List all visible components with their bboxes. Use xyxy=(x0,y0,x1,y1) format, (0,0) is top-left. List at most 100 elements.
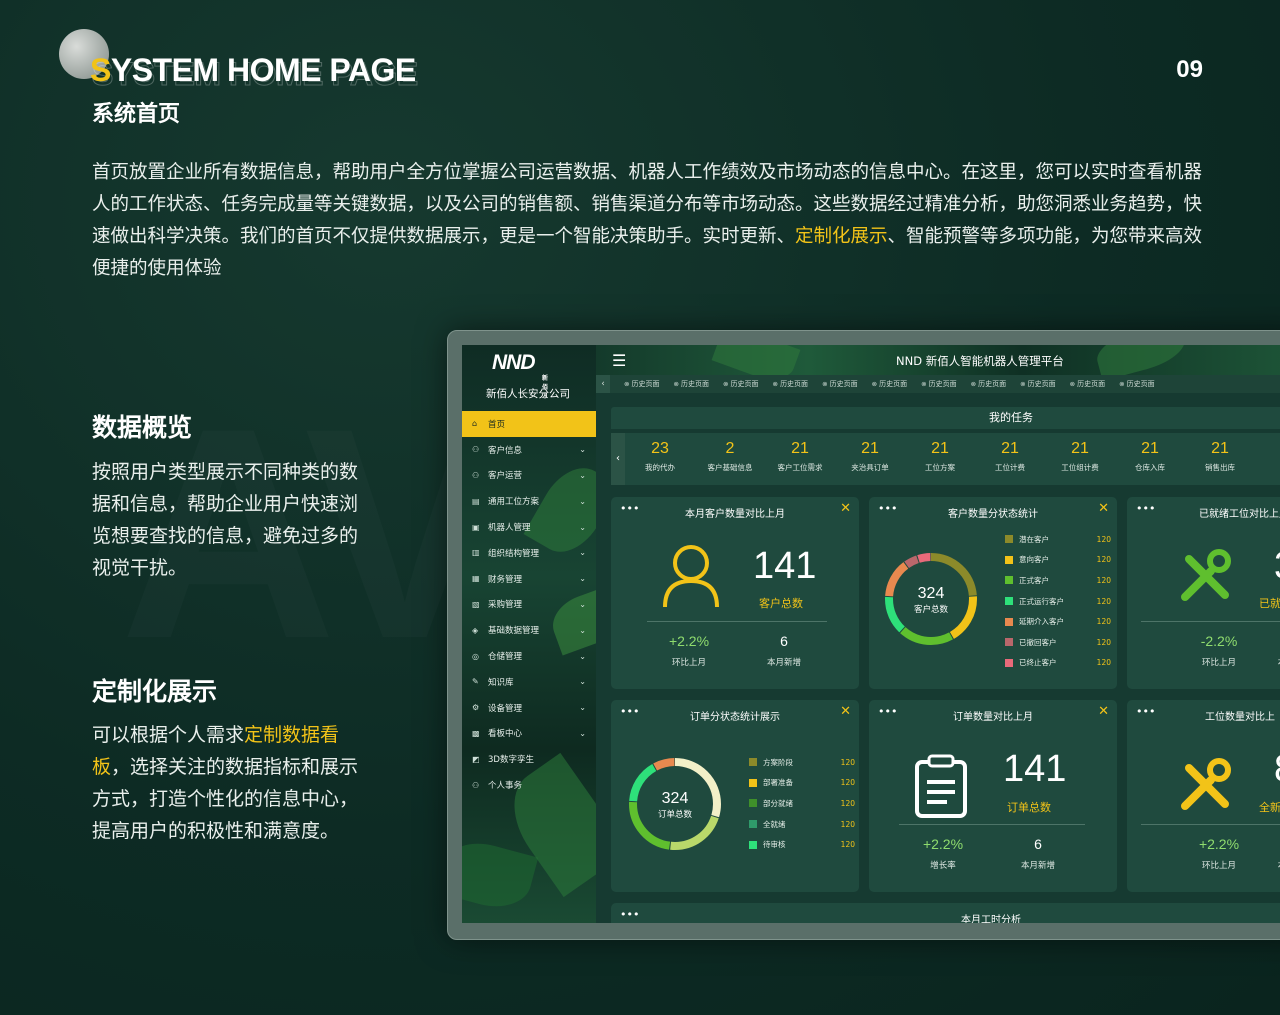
sidebar-menu: ⌂ 首页 ⚇ 客户信息 ⌄ ⚇ 客户运营 ⌄ ▤ 通用工位方案 ⌄ ▣ 机器人管理 ⌄ ▥ 组织结构管理 ⌄ ▦ 财… xyxy=(462,411,596,798)
task-item[interactable]: 21 工位方案 xyxy=(905,440,975,485)
tasks-title: 我的任务 xyxy=(611,407,1280,429)
task-item[interactable]: 21 销售出库 xyxy=(1185,440,1255,485)
sidebar-item[interactable]: ⚇ 客户信息 ⌄ xyxy=(462,437,596,463)
history-tab[interactable]: 历史页面 xyxy=(971,379,1006,389)
section-text-overview: 按照用户类型展示不同种类的数据和信息，帮助企业用户快速浏览想要查找的信息，避免过… xyxy=(92,461,359,579)
close-icon[interactable]: ✕ xyxy=(840,501,851,516)
stat-value: 6 xyxy=(1034,836,1042,852)
card-ready-station: ••• 已就绪工位对比上月 3 已就 -2.2% 环比上月 本 xyxy=(1127,497,1280,689)
history-tab[interactable]: 历史页面 xyxy=(822,379,858,389)
tasks-left-arrow-icon[interactable]: ‹ xyxy=(611,433,625,485)
task-item[interactable]: 21 仓库入库 xyxy=(1115,440,1185,485)
history-tab[interactable]: 历史页面 xyxy=(773,379,808,389)
chevron-down-icon: ⌄ xyxy=(579,548,586,558)
legend-item: 正式客户 120 xyxy=(1005,570,1111,591)
card-order-compare: ••• 订单数量对比上月 ✕ 141 订单总数 +2.2% 增长率 6 本月新增 xyxy=(869,700,1117,892)
card-big-value: 141 xyxy=(1003,748,1067,790)
legend-item: 已终止客户 120 xyxy=(1005,653,1111,674)
card-menu-icon[interactable]: ••• xyxy=(1136,502,1155,515)
history-tab[interactable]: 历史页面 xyxy=(624,379,660,389)
card-big-value: 3 xyxy=(1274,545,1280,588)
sidebar-item[interactable]: ▥ 组织结构管理 ⌄ xyxy=(462,540,596,566)
sidebar-item[interactable]: ▤ 通用工位方案 ⌄ xyxy=(462,488,596,514)
history-tab[interactable]: 历史页面 xyxy=(723,379,759,389)
history-tab[interactable]: 历史页面 xyxy=(1020,379,1056,389)
history-tab[interactable]: 历史页面 xyxy=(921,379,957,389)
task-item[interactable]: 21 工位组计费 xyxy=(1045,440,1115,485)
dashboard-mockup: NND 新佰人 新佰人长安分公司 ⌂ 首页 ⚇ 客户信息 ⌄ ⚇ 客户运营 ⌄ ▤ 通用工位方案 ⌄ ▣… xyxy=(447,330,1280,940)
task-label: 我的代办 xyxy=(645,463,675,472)
card-big-label: 客户总数 xyxy=(759,597,803,610)
task-count: 21 xyxy=(1141,440,1159,457)
card-station-compare: ••• 工位数量对比上 8 全新 +2.2% 环比上月 本 xyxy=(1127,700,1280,892)
sidebar-item-label: 设备管理 xyxy=(488,703,523,714)
tabs-left-arrow-icon[interactable]: ‹ xyxy=(596,375,610,393)
card-big-label: 全新 xyxy=(1259,801,1280,814)
card-big-label: 已就 xyxy=(1259,597,1280,610)
task-count: 21 xyxy=(1071,440,1089,457)
sidebar-item[interactable]: ◈ 基础数据管理 ⌄ xyxy=(462,617,596,643)
chevron-down-icon: ⌄ xyxy=(579,677,586,687)
menu-item-icon: ▩ xyxy=(472,728,480,738)
clipboard-icon xyxy=(915,754,967,818)
menu-item-icon: ▦ xyxy=(472,574,480,584)
tasks-row: ‹ 23 我的代办 2 客户基础信息 21 客户工位需求 21 夹治具订单 21 工位方案 21 工位… xyxy=(611,433,1280,485)
task-item[interactable]: 23 我的代办 xyxy=(625,440,695,485)
sidebar-item[interactable]: ⌂ 首页 xyxy=(462,411,596,437)
task-count: 23 xyxy=(651,440,669,457)
main-content: 我的任务 ‹ 23 我的代办 2 客户基础信息 21 客户工位需求 21 夹治具订单 21 工位方… xyxy=(596,393,1280,923)
close-icon[interactable]: ✕ xyxy=(1098,704,1109,719)
legend-item: 全就绪 120 xyxy=(749,814,855,835)
history-tab[interactable]: 历史页面 xyxy=(1119,379,1155,389)
menu-item-icon: ▣ xyxy=(472,522,480,532)
sidebar-item-label: 首页 xyxy=(488,419,506,430)
sidebar-item[interactable]: ▧ 采购管理 ⌄ xyxy=(462,592,596,618)
card-title: 本月客户数量对比上月 xyxy=(685,509,785,520)
sidebar-item[interactable]: ▩ 看板中心 ⌄ xyxy=(462,721,596,747)
task-item[interactable]: 21 夹治具订单 xyxy=(835,440,905,485)
menu-item-icon: ◩ xyxy=(472,754,480,764)
donut-center: 324 订单总数 xyxy=(657,790,692,820)
menu-item-icon: ⚇ xyxy=(472,780,480,790)
close-icon[interactable]: ✕ xyxy=(1098,501,1109,516)
sidebar-item[interactable]: ⚇ 个人事务 xyxy=(462,772,596,798)
sidebar-item[interactable]: ⚇ 客户运营 ⌄ xyxy=(462,463,596,489)
close-icon[interactable]: ✕ xyxy=(840,704,851,719)
intro-paragraph: 首页放置企业所有数据信息，帮助用户全方位掌握公司运营数据、机器人工作绩效及市场动… xyxy=(92,162,1203,279)
task-item[interactable]: 21 客户工位需求 xyxy=(765,440,835,485)
company-name: 新佰人长安分公司 xyxy=(486,388,570,400)
chevron-down-icon: ⌄ xyxy=(579,625,586,635)
sidebar-item-label: 看板中心 xyxy=(488,729,523,740)
legend-item: 部分就绪 120 xyxy=(749,793,855,814)
sidebar-item[interactable]: ▦ 财务管理 ⌄ xyxy=(462,566,596,592)
task-count: 2 xyxy=(725,440,735,457)
task-item[interactable]: 21 工位计费 xyxy=(975,440,1045,485)
legend-item: 意向客户 120 xyxy=(1005,550,1111,571)
sidebar-item[interactable]: ◩ 3D数字孪生 xyxy=(462,746,596,772)
card-title: 订单分状态统计展示 xyxy=(690,712,780,723)
history-tab[interactable]: 历史页面 xyxy=(872,379,907,389)
sidebar-item[interactable]: ⚙ 设备管理 ⌄ xyxy=(462,695,596,721)
chevron-down-icon: ⌄ xyxy=(579,445,586,455)
card-title: 工位数量对比上 xyxy=(1205,712,1275,723)
menu-item-icon: ⚇ xyxy=(472,445,480,455)
dashboard-screen: NND 新佰人 新佰人长安分公司 ⌂ 首页 ⚇ 客户信息 ⌄ ⚇ 客户运营 ⌄ ▤ 通用工位方案 ⌄ ▣… xyxy=(462,345,1280,923)
menu-toggle-icon[interactable]: ☰ xyxy=(612,351,626,370)
stat-label: 本 xyxy=(1242,656,1280,668)
task-label: 客户工位需求 xyxy=(777,463,823,472)
order-status-legend: 方案阶段 120 部署准备 120 部分就绪 120 全就绪 120 待审核 120 xyxy=(749,752,855,855)
app-logo: NND 新佰人 xyxy=(492,351,548,400)
sidebar-item[interactable]: ◎ 仓储管理 ⌄ xyxy=(462,643,596,669)
card-menu-icon[interactable]: ••• xyxy=(1136,705,1155,718)
title-en: SYSTEM HOME PAGE xyxy=(90,52,416,88)
history-tab[interactable]: 历史页面 xyxy=(1070,379,1105,389)
sidebar-item[interactable]: ✎ 知识库 ⌄ xyxy=(462,669,596,695)
tools-icon xyxy=(1181,758,1231,810)
sidebar-item-label: 采购管理 xyxy=(488,600,523,611)
task-label: 客户基础信息 xyxy=(707,463,753,472)
legend-item: 潜在客户 120 xyxy=(1005,529,1111,550)
sidebar-item-label: 个人事务 xyxy=(488,781,523,792)
sidebar-item[interactable]: ▣ 机器人管理 ⌄ xyxy=(462,514,596,540)
history-tab[interactable]: 历史页面 xyxy=(674,379,709,389)
task-item[interactable]: 2 客户基础信息 xyxy=(695,440,765,485)
